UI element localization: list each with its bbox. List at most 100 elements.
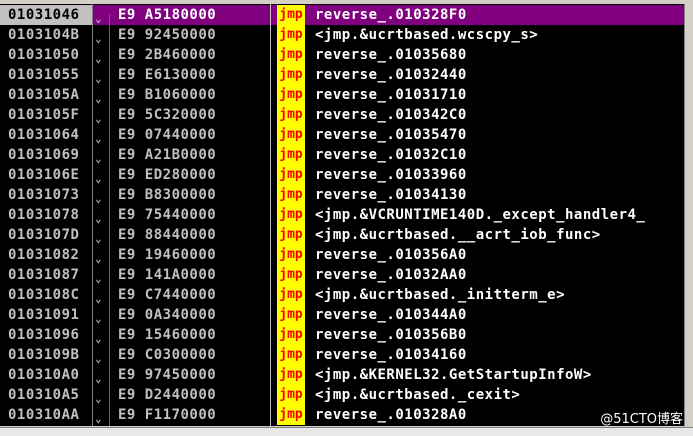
column-divider [92, 4, 93, 426]
operand: reverse_.01033960 [315, 167, 467, 183]
opcode-bytes: E9 A5180000 [118, 7, 217, 23]
mnemonic: jmp [277, 165, 305, 185]
mnemonic: jmp [277, 245, 305, 265]
mnemonic: jmp [277, 325, 305, 345]
mnemonic: jmp [277, 365, 305, 385]
mnemonic: jmp [277, 265, 305, 285]
mnemonic: jmp [277, 45, 305, 65]
disasm-row[interactable]: 01031082 ⌄ E9 19460000 jmp reverse_.010356A0 [0, 245, 684, 265]
mnemonic: jmp [277, 205, 305, 225]
operand: reverse_.010342C0 [315, 107, 467, 123]
operand: <jmp.&ucrtbased._cexit> [315, 387, 521, 403]
opcode-bytes: E9 C0300000 [118, 347, 217, 363]
opcode-bytes: E9 B8300000 [118, 187, 217, 203]
mnemonic: jmp [277, 405, 305, 425]
jump-arrow-icon: ⌄ [95, 412, 103, 425]
jump-line [109, 14, 110, 426]
address: 010310AA [8, 407, 80, 423]
disasm-row[interactable]: 0103105A ⌄ E9 B1060000 jmp reverse_.01031710 [0, 85, 684, 105]
address: 01031073 [8, 187, 80, 203]
disasm-row[interactable]: 0103106E ⌄ E9 ED280000 jmp reverse_.01033960 [0, 165, 684, 185]
opcode-bytes: E9 B1060000 [118, 87, 217, 103]
mnemonic: jmp [277, 145, 305, 165]
operand: reverse_.010356B0 [315, 327, 467, 343]
disasm-row[interactable]: 01031055 ⌄ E9 E6130000 jmp reverse_.01032440 [0, 65, 684, 85]
address: 01031050 [8, 47, 80, 63]
opcode-bytes: E9 5C320000 [118, 107, 217, 123]
address: 0103109B [8, 347, 80, 363]
disasm-row[interactable]: 0103105F ⌄ E9 5C320000 jmp reverse_.010342C0 [0, 105, 684, 125]
opcode-bytes: E9 E6130000 [118, 67, 217, 83]
operand: <jmp.&ucrtbased.wcscpy_s> [315, 27, 539, 43]
disasm-row[interactable]: 0103104B ⌄ E9 92450000 jmp <jmp.&ucrtbased.w… [0, 25, 684, 45]
disasm-row[interactable]: 010310AA ⌄ E9 F1170000 jmp reverse_.010328A0 [0, 405, 684, 425]
disasm-row[interactable]: 01031078 ⌄ E9 75440000 jmp <jmp.&VCRUNTIME14… [0, 205, 684, 225]
disasm-row[interactable]: 01031069 ⌄ E9 A21B0000 jmp reverse_.01032C10 [0, 145, 684, 165]
disasm-row[interactable]: 01031096 ⌄ E9 15460000 jmp reverse_.010356B0 [0, 325, 684, 345]
mnemonic: jmp [277, 25, 305, 45]
disasm-row[interactable]: 01031046 ⌄ E9 A5180000 jmp reverse_.010328F0 [0, 5, 684, 25]
disasm-row[interactable]: 01031091 ⌄ E9 0A340000 jmp reverse_.010344A0 [0, 305, 684, 325]
mnemonic: jmp [277, 105, 305, 125]
opcode-bytes: E9 75440000 [118, 207, 217, 223]
opcode-bytes: E9 D2440000 [118, 387, 217, 403]
disassembly-pane[interactable]: 01031046 ⌄ E9 A5180000 jmp reverse_.010328F0… [0, 4, 685, 426]
disasm-row[interactable]: 0103109B ⌄ E9 C0300000 jmp reverse_.01034160 [0, 345, 684, 365]
watermark: @51CTO博客 [600, 412, 683, 427]
operand: <jmp.&KERNEL32.GetStartupInfoW> [315, 367, 592, 383]
mnemonic: jmp [277, 125, 305, 145]
mnemonic: jmp [277, 225, 305, 245]
mnemonic: jmp [277, 285, 305, 305]
operand: reverse_.01031710 [315, 87, 467, 103]
address: 01031078 [8, 207, 80, 223]
operand: reverse_.01034160 [315, 347, 467, 363]
disasm-row[interactable]: 01031073 ⌄ E9 B8300000 jmp reverse_.01034130 [0, 185, 684, 205]
operand: reverse_.01034130 [315, 187, 467, 203]
mnemonic: jmp [277, 5, 305, 25]
address: 0103108C [8, 287, 80, 303]
address: 0103107D [8, 227, 80, 243]
opcode-bytes: E9 2B460000 [118, 47, 217, 63]
opcode-bytes: E9 92450000 [118, 27, 217, 43]
operand: reverse_.01032C10 [315, 147, 467, 163]
disasm-row[interactable]: 010310A5 ⌄ E9 D2440000 jmp <jmp.&ucrtbased._… [0, 385, 684, 405]
operand: <jmp.&ucrtbased._initterm_e> [315, 287, 566, 303]
disasm-row[interactable]: 010310A0 ⌄ E9 97450000 jmp <jmp.&KERNEL32.Ge… [0, 365, 684, 385]
operand: reverse_.010328F0 [315, 7, 467, 23]
address: 0103104B [8, 27, 80, 43]
mnemonic: jmp [277, 65, 305, 85]
address: 010310A5 [8, 387, 80, 403]
operand: <jmp.&ucrtbased.__acrt_iob_func> [315, 227, 601, 243]
operand: reverse_.01032440 [315, 67, 467, 83]
disasm-row[interactable]: 01031050 ⌄ E9 2B460000 jmp reverse_.01035680 [0, 45, 684, 65]
column-divider [270, 4, 271, 426]
address: 0103106E [8, 167, 80, 183]
opcode-bytes: E9 97450000 [118, 367, 217, 383]
mnemonic: jmp [277, 345, 305, 365]
address: 01031046 [0, 5, 92, 25]
mnemonic: jmp [277, 385, 305, 405]
operand: reverse_.010356A0 [315, 247, 467, 263]
disasm-row[interactable]: 0103108C ⌄ E9 C7440000 jmp <jmp.&ucrtbased._… [0, 285, 684, 305]
opcode-bytes: E9 141A0000 [118, 267, 217, 283]
address: 010310A0 [8, 367, 80, 383]
opcode-bytes: E9 88440000 [118, 227, 217, 243]
opcode-bytes: E9 19460000 [118, 247, 217, 263]
address: 01031064 [8, 127, 80, 143]
disasm-row[interactable]: 01031087 ⌄ E9 141A0000 jmp reverse_.01032AA0 [0, 265, 684, 285]
opcode-bytes: E9 ED280000 [118, 167, 217, 183]
operand: reverse_.010344A0 [315, 307, 467, 323]
disasm-row[interactable]: 0103107D ⌄ E9 88440000 jmp <jmp.&ucrtbased._… [0, 225, 684, 245]
operand: reverse_.01035680 [315, 47, 467, 63]
disasm-row[interactable]: 01031064 ⌄ E9 07440000 jmp reverse_.01035470 [0, 125, 684, 145]
address: 01031087 [8, 267, 80, 283]
opcode-bytes: E9 15460000 [118, 327, 217, 343]
address: 01031082 [8, 247, 80, 263]
address: 01031069 [8, 147, 80, 163]
operand: <jmp.&VCRUNTIME140D._except_handler4_ [315, 207, 646, 223]
mnemonic: jmp [277, 85, 305, 105]
opcode-bytes: E9 F1170000 [118, 407, 217, 423]
opcode-bytes: E9 0A340000 [118, 307, 217, 323]
opcode-bytes: E9 C7440000 [118, 287, 217, 303]
address: 01031055 [8, 67, 80, 83]
